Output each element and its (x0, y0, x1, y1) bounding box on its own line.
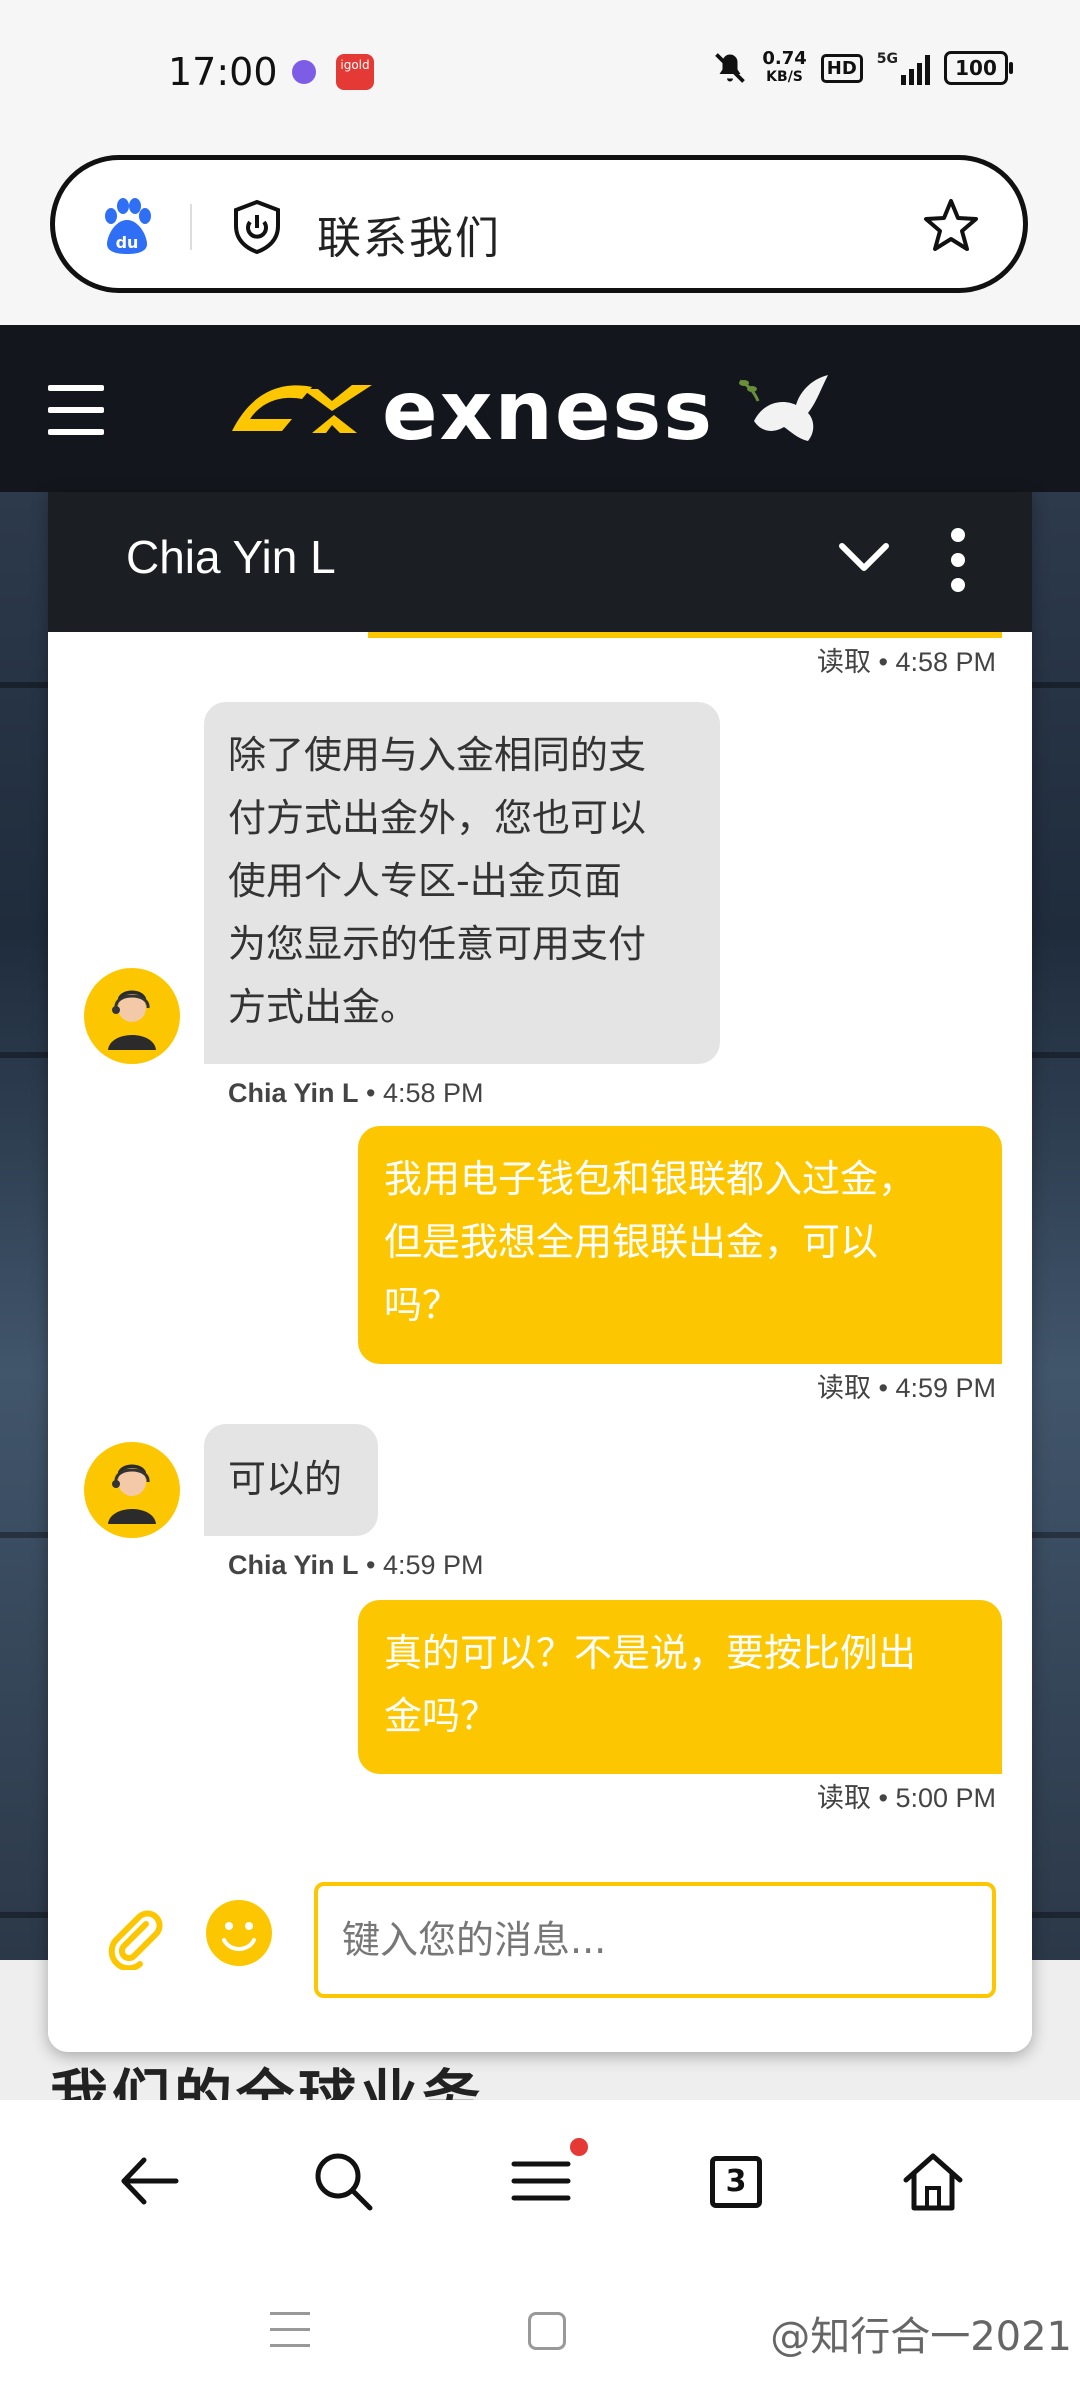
section-heading: 我们的全球业务 (50, 2063, 485, 2100)
message-meta: 读取 • 4:59 PM (816, 1373, 996, 1403)
live-chat-window: Chia Yin L 读取 • 4:58 PM 除了使用与入金相同的支 付方式出… (48, 492, 1032, 2052)
browser-toolbar: 3 (0, 2100, 1080, 2270)
watermark: @知行合一2021 (770, 2314, 1072, 2360)
battery-icon: 100 (944, 51, 1013, 85)
address-bar[interactable]: du 联系我们 (50, 155, 1028, 293)
chevron-down-icon[interactable] (834, 534, 894, 584)
bookmark-star-icon[interactable] (921, 196, 981, 256)
paperclip-icon[interactable] (100, 1904, 166, 1970)
notification-app-icon (292, 60, 316, 84)
agent-message-bubble: 除了使用与入金相同的支 付方式出金外，您也可以 使用个人专区-出金页面 为您显示… (204, 702, 720, 1064)
agent-avatar (84, 968, 180, 1064)
chat-messages[interactable]: 读取 • 4:58 PM 除了使用与入金相同的支 付方式出金外，您也可以 使用个… (48, 632, 1032, 1962)
home-icon[interactable] (898, 2146, 968, 2216)
mute-icon (715, 53, 746, 83)
hamburger-menu-icon[interactable] (48, 385, 104, 435)
message-meta: 读取 • 4:58 PM (816, 647, 996, 677)
chat-agent-name: Chia Yin L (126, 531, 336, 583)
network-speed: 0.74 KB/S (762, 48, 807, 86)
agent-avatar (84, 1442, 180, 1538)
status-time: 17:00 (168, 50, 278, 94)
chat-header: Chia Yin L (48, 492, 1032, 632)
shield-icon[interactable] (230, 198, 284, 254)
system-navigation-bar: @知行合一2021 (0, 2270, 1080, 2400)
igold-app-icon: igold (336, 54, 374, 90)
address-separator (190, 204, 192, 250)
hd-badge: HD (820, 53, 863, 83)
message-input[interactable] (314, 1882, 996, 1998)
search-icon[interactable] (308, 2146, 378, 2216)
exness-logo[interactable]: exness (222, 361, 834, 461)
tabs-icon[interactable]: 3 (710, 2156, 762, 2208)
previous-message-bubble (368, 632, 1002, 638)
message-meta: Chia Yin L • 4:59 PM (228, 1550, 484, 1580)
menu-notification-dot (570, 2138, 588, 2156)
user-message-bubble: 真的可以？不是说，要按比例出 金吗？ (358, 1600, 1002, 1774)
more-options-icon[interactable] (948, 528, 968, 592)
back-arrow-icon[interactable] (114, 2146, 184, 2216)
message-meta: Chia Yin L • 4:58 PM (228, 1078, 484, 1108)
emoji-icon[interactable] (204, 1898, 274, 1968)
svg-text:du: du (116, 233, 139, 252)
system-home-icon[interactable] (528, 2312, 566, 2350)
status-bar: 17:00 igold 0.74 KB/S HD 5G 100 (0, 0, 1080, 140)
baidu-icon[interactable]: du (97, 196, 157, 256)
page-title[interactable]: 联系我们 (317, 202, 501, 266)
message-meta: 读取 • 5:00 PM (816, 1783, 996, 1813)
user-message-bubble: 我用电子钱包和银联都入过金， 但是我想全用银联出金，可以 吗？ (358, 1126, 1002, 1364)
site-header: exness (0, 325, 1080, 492)
dove-icon (739, 375, 829, 441)
recent-apps-icon[interactable] (270, 2312, 310, 2352)
signal-icon: 5G (877, 51, 930, 85)
agent-message-bubble: 可以的 (204, 1424, 378, 1536)
brand-name: exness (382, 363, 715, 459)
menu-icon[interactable] (506, 2146, 576, 2216)
chat-composer (48, 1852, 1032, 2052)
exness-logo-mark (232, 385, 372, 433)
